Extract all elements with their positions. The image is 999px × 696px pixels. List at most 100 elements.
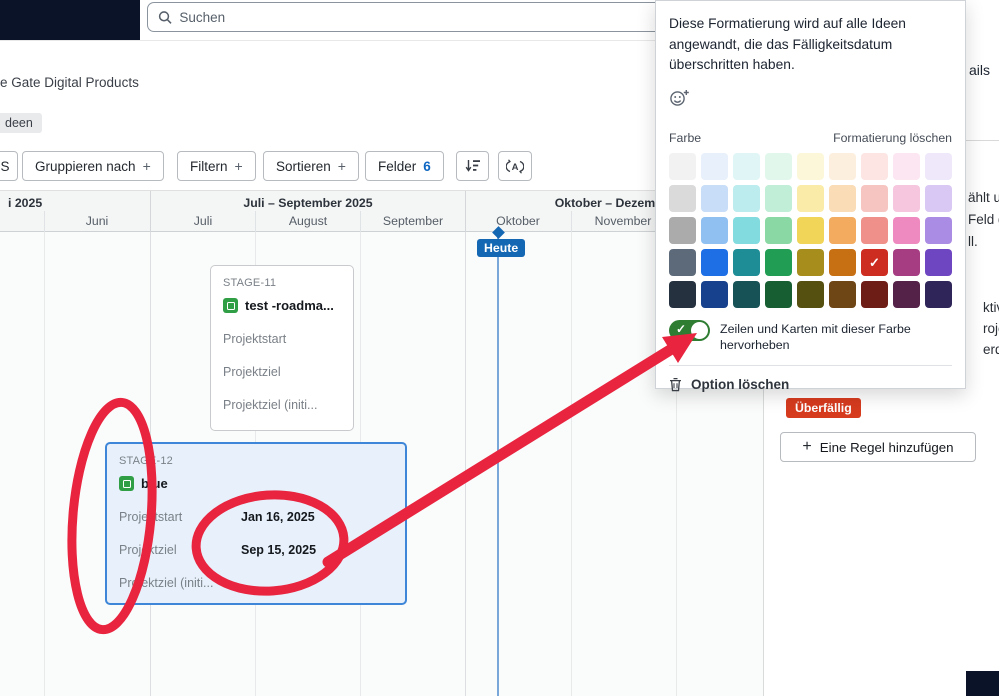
- color-swatch[interactable]: [765, 153, 792, 181]
- details-divider: [966, 140, 999, 141]
- color-swatch[interactable]: [733, 185, 760, 213]
- delete-option-label: Option löschen: [691, 377, 790, 393]
- color-swatch[interactable]: [893, 281, 920, 309]
- highlight-toggle-label: Zeilen und Karten mit dieser Farbe hervo…: [720, 322, 911, 353]
- field-label: Projektstart: [119, 510, 183, 524]
- color-swatch[interactable]: [861, 185, 888, 213]
- color-swatch[interactable]: [861, 217, 888, 245]
- color-swatch[interactable]: [925, 217, 952, 245]
- bottom-right-dark-corner: [966, 671, 999, 696]
- roadmap-card-selected[interactable]: STAGE-12 blue Projektstart Jan 16, 2025 P…: [105, 442, 407, 605]
- header-divider: [0, 40, 656, 41]
- color-swatch[interactable]: [925, 153, 952, 181]
- toolbar-button-cut[interactable]: S: [0, 151, 18, 181]
- card-title: blue: [141, 476, 168, 491]
- toggle-check-icon: ✓: [676, 322, 687, 337]
- color-swatch[interactable]: [797, 185, 824, 213]
- color-swatch[interactable]: [829, 249, 856, 277]
- color-swatch[interactable]: [893, 153, 920, 181]
- color-swatch[interactable]: [733, 153, 760, 181]
- color-swatch[interactable]: [669, 217, 696, 245]
- color-swatch[interactable]: [829, 217, 856, 245]
- color-swatch[interactable]: [669, 249, 696, 277]
- color-swatch[interactable]: [669, 281, 696, 309]
- color-swatch[interactable]: [925, 281, 952, 309]
- clear-formatting-link[interactable]: Formatierung löschen: [833, 131, 952, 145]
- filter-label: Filtern: [190, 158, 228, 174]
- color-swatch[interactable]: [893, 185, 920, 213]
- timeline-gridline: [465, 232, 466, 696]
- add-rule-label: Eine Regel hinzufügen: [819, 439, 954, 455]
- color-swatch[interactable]: [701, 217, 728, 245]
- color-swatch[interactable]: [797, 217, 824, 245]
- panel-text-fragment: rojekte: [983, 321, 999, 336]
- delete-option-button[interactable]: Option löschen: [669, 377, 949, 392]
- month-label: Juni: [85, 214, 109, 228]
- color-swatch[interactable]: [829, 153, 856, 181]
- idea-icon: [223, 298, 238, 313]
- field-value: Jan 16, 2025: [241, 510, 315, 524]
- color-swatch[interactable]: [701, 153, 728, 181]
- page-title: e Gate Digital Products: [0, 75, 139, 90]
- plus-icon: +: [142, 158, 151, 174]
- color-swatch[interactable]: [669, 153, 696, 181]
- color-swatch[interactable]: [733, 217, 760, 245]
- color-swatch[interactable]: [925, 185, 952, 213]
- color-palette: ✓: [669, 153, 952, 309]
- rank-sort-button[interactable]: [456, 151, 489, 181]
- fields-label: Felder: [378, 158, 417, 174]
- plus-icon: +: [234, 158, 243, 174]
- color-swatch[interactable]: [765, 185, 792, 213]
- quarter-label: i 2025: [8, 196, 43, 210]
- toolbar-button-label: S: [0, 158, 10, 174]
- color-swatch[interactable]: [765, 217, 792, 245]
- search-input[interactable]: [179, 9, 652, 25]
- color-swatch[interactable]: [701, 281, 728, 309]
- color-swatch[interactable]: [893, 249, 920, 277]
- color-swatch[interactable]: [797, 281, 824, 309]
- color-swatch[interactable]: [797, 249, 824, 277]
- header-separator: [360, 211, 361, 232]
- panel-text-fragment: ll.: [968, 234, 978, 249]
- svg-text:A: A: [512, 162, 519, 173]
- color-swatch[interactable]: [669, 185, 696, 213]
- popup-divider: [669, 365, 952, 367]
- color-swatch[interactable]: [733, 281, 760, 309]
- group-by-button[interactable]: Gruppieren nach +: [22, 151, 164, 181]
- color-swatch[interactable]: [893, 217, 920, 245]
- color-swatch[interactable]: [861, 281, 888, 309]
- ideas-badge: deen: [0, 113, 42, 133]
- field-value: Sep 15, 2025: [241, 543, 317, 557]
- filter-button[interactable]: Filtern +: [177, 151, 256, 181]
- color-swatch[interactable]: [765, 249, 792, 277]
- month-label: September: [382, 214, 444, 228]
- color-swatch[interactable]: [765, 281, 792, 309]
- color-swatch[interactable]: [829, 185, 856, 213]
- add-rule-button[interactable]: + Eine Regel hinzufügen: [780, 432, 976, 462]
- app-canvas: i 2025 Juli – September 2025 Oktober – D…: [0, 0, 999, 696]
- panel-text-fragment: erden: [983, 342, 999, 357]
- color-swatch[interactable]: [861, 153, 888, 181]
- trash-icon: [670, 378, 681, 392]
- emoji-picker-button[interactable]: [669, 89, 690, 107]
- search-bar[interactable]: [147, 2, 663, 32]
- panel-text-fragment: Feld g: [968, 212, 999, 227]
- color-swatch[interactable]: [925, 249, 952, 277]
- panel-text-fragment: ktivier: [983, 300, 999, 315]
- roadmap-card[interactable]: STAGE-11 test -roadma... Projektstart Pr…: [210, 265, 354, 431]
- color-swatch[interactable]: [701, 249, 728, 277]
- color-swatch[interactable]: [829, 281, 856, 309]
- field-label: Projektziel (initi...: [223, 398, 318, 412]
- month-label: Juli: [193, 214, 213, 228]
- highlight-toggle[interactable]: ✓: [669, 320, 710, 342]
- overdue-status-badge: Überfällig: [786, 398, 861, 418]
- timeline-gridline: [44, 232, 45, 696]
- sort-button[interactable]: Sortieren +: [263, 151, 359, 181]
- auto-sort-button[interactable]: A: [498, 151, 532, 181]
- rank-sort-icon: [465, 160, 480, 172]
- color-swatch[interactable]: [701, 185, 728, 213]
- color-swatch[interactable]: [797, 153, 824, 181]
- color-swatch[interactable]: [733, 249, 760, 277]
- fields-button[interactable]: Felder 6: [365, 151, 444, 181]
- color-swatch-selected[interactable]: ✓: [861, 249, 888, 277]
